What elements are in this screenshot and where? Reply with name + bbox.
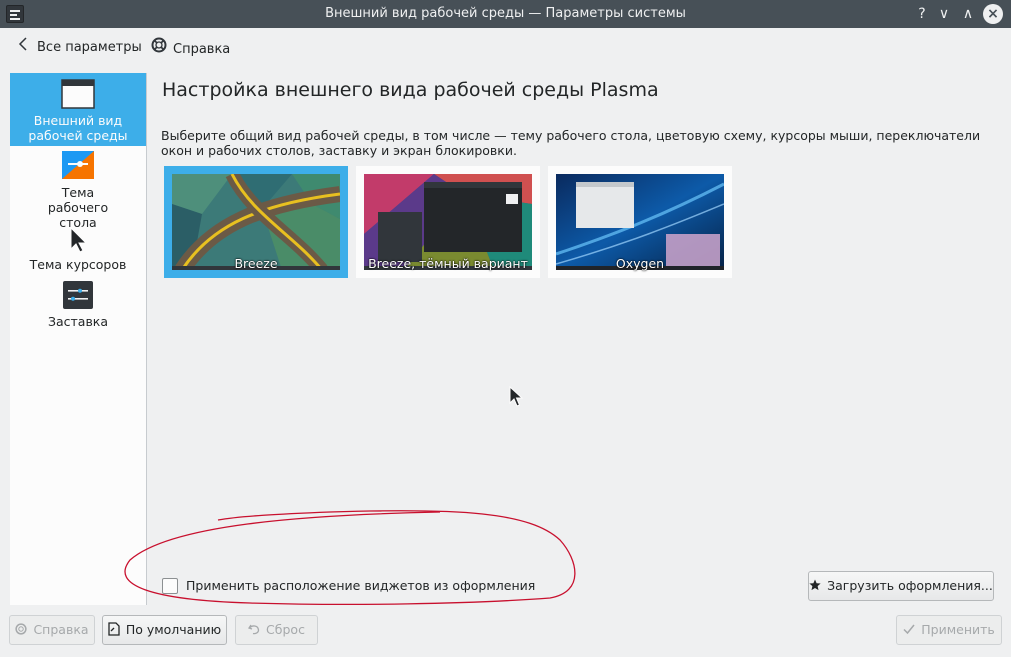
document-revert-icon <box>108 616 120 644</box>
cursor-icon <box>70 226 88 253</box>
maximize-window-button[interactable]: ∧ <box>958 4 978 24</box>
sidebar-item-cursor-theme[interactable]: Тема курсоров <box>10 225 146 275</box>
theme-tile-breeze[interactable]: Breeze <box>164 166 348 278</box>
sidebar-item-desktop-theme[interactable]: Тема рабочего стола <box>10 151 146 230</box>
reset-button[interactable]: Сброс <box>235 615 318 645</box>
get-new-looks-button[interactable]: Загрузить оформления... <box>808 571 994 601</box>
sidebar-item-splash-screen[interactable]: Заставка <box>10 281 146 331</box>
sidebar-item-label: Заставка <box>47 314 109 329</box>
undo-icon <box>248 616 260 644</box>
help-window-button[interactable]: ? <box>912 4 932 24</box>
sidebar-item-look-and-feel[interactable]: Внешний вид рабочей среды <box>10 73 146 146</box>
lifebuoy-icon <box>15 616 28 644</box>
help-toolbar-label: Справка <box>173 42 231 57</box>
use-widget-layout-checkbox[interactable] <box>162 578 178 594</box>
window-titlebar: Внешний вид рабочей среды — Параметры си… <box>0 0 1011 28</box>
back-button-label: Все параметры <box>37 40 142 55</box>
lifebuoy-icon <box>151 37 167 60</box>
sidebar-item-label: Тема рабочего стола <box>47 185 109 230</box>
theme-tile-oxygen[interactable]: Oxygen <box>548 166 732 278</box>
close-window-button[interactable]: × <box>983 4 1003 24</box>
star-icon <box>809 572 821 600</box>
mouse-pointer-icon <box>509 386 524 407</box>
window-title: Внешний вид рабочей среды — Параметры си… <box>325 6 686 21</box>
help-footer-button[interactable]: Справка <box>9 615 95 645</box>
splash-screen-icon <box>63 281 93 309</box>
use-widget-layout-label: Применить расположение виджетов из оформ… <box>186 578 536 593</box>
reset-label: Сброс <box>266 622 305 637</box>
sidebar-item-label: Тема курсоров <box>29 257 127 272</box>
sidebar-item-label: Внешний вид рабочей среды <box>28 113 128 143</box>
page-description: Выберите общий вид рабочей среды, в том … <box>161 128 981 158</box>
desktop-theme-icon <box>62 151 94 179</box>
apply-label: Применить <box>921 622 995 637</box>
apply-button[interactable]: Применить <box>896 615 1002 645</box>
defaults-button[interactable]: По умолчанию <box>102 615 227 645</box>
theme-name: Breeze <box>234 256 278 271</box>
chevron-left-icon <box>15 37 31 58</box>
all-settings-back-button[interactable]: Все параметры <box>15 37 142 57</box>
minimize-window-button[interactable]: ∨ <box>934 4 954 24</box>
help-toolbar-button[interactable]: Справка <box>151 37 230 57</box>
defaults-label: По умолчанию <box>125 622 222 637</box>
checkmark-icon <box>903 616 915 644</box>
get-new-looks-label: Загрузить оформления... <box>827 578 993 593</box>
toolbar: Все параметры Справка <box>0 28 1011 66</box>
window-icon <box>61 79 95 109</box>
help-footer-label: Справка <box>33 622 89 637</box>
theme-name: Breeze, тёмный вариант <box>368 256 528 271</box>
category-sidebar: Внешний вид рабочей среды Тема рабочего … <box>10 73 147 605</box>
page-title: Настройка внешнего вида рабочей среды Pl… <box>162 79 659 101</box>
theme-tile-breeze-dark[interactable]: Breeze, тёмный вариант <box>356 166 540 278</box>
theme-name: Oxygen <box>615 256 665 271</box>
